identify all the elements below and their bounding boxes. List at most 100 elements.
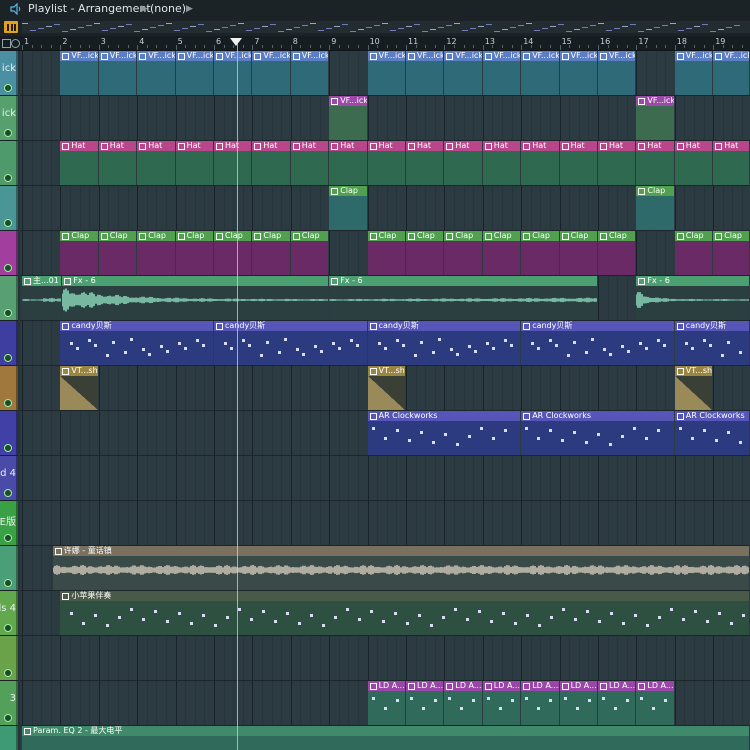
clip-menu-icon[interactable] bbox=[638, 278, 646, 285]
clip-menu-icon[interactable] bbox=[369, 143, 377, 150]
clip[interactable]: Hat bbox=[137, 141, 175, 185]
clip-header[interactable]: VF...ick bbox=[137, 51, 175, 61]
clip-header[interactable]: Hat bbox=[60, 141, 98, 151]
clip[interactable]: Clap bbox=[252, 231, 290, 275]
clip[interactable]: candy贝斯 bbox=[367, 321, 521, 365]
clip-header[interactable]: Hat bbox=[98, 141, 137, 151]
clip-menu-icon[interactable] bbox=[254, 143, 262, 150]
clip-header[interactable]: VF...ick bbox=[98, 51, 137, 61]
clip-menu-icon[interactable] bbox=[484, 683, 492, 690]
clip-header[interactable]: VF...ick bbox=[367, 51, 405, 61]
clip[interactable]: LD A...3 bbox=[559, 681, 597, 725]
track-mute-icon[interactable] bbox=[4, 264, 12, 272]
clip-header[interactable]: VT...sh bbox=[674, 366, 713, 376]
clip-menu-icon[interactable] bbox=[100, 53, 108, 60]
clip[interactable]: VF...ick bbox=[60, 51, 98, 95]
clip-menu-icon[interactable] bbox=[446, 233, 454, 240]
clip-header[interactable]: LD A...3 bbox=[598, 681, 636, 691]
clip[interactable]: Clap bbox=[60, 231, 98, 275]
clip-menu-icon[interactable] bbox=[600, 53, 607, 60]
clip[interactable]: Hat bbox=[329, 141, 367, 185]
clip-header[interactable]: LD A...3 bbox=[636, 681, 674, 691]
clip-menu-icon[interactable] bbox=[446, 683, 454, 690]
clip-header[interactable]: VF...ick bbox=[598, 51, 636, 61]
clip-header[interactable]: VF...ick bbox=[60, 51, 98, 61]
clip-menu-icon[interactable] bbox=[292, 53, 300, 60]
clip-header[interactable]: VF...ick bbox=[214, 51, 252, 61]
clip-menu-icon[interactable] bbox=[600, 233, 607, 240]
clip-menu-icon[interactable] bbox=[216, 323, 223, 330]
clip[interactable]: VF...ick bbox=[214, 51, 252, 95]
clip-header[interactable]: AR Clockworks bbox=[674, 411, 749, 421]
track-mute-icon[interactable] bbox=[4, 534, 12, 542]
clip[interactable]: Hat bbox=[214, 141, 252, 185]
time-ruler[interactable]: 1 2 3 4 5 6 7 8 9 10 11 12 13 14 15 16 17 18 19 bbox=[0, 36, 750, 51]
clip[interactable]: VF...ick bbox=[598, 51, 636, 95]
clip-menu-icon[interactable] bbox=[676, 368, 684, 375]
clip-menu-icon[interactable] bbox=[676, 233, 684, 240]
track-mute-icon[interactable] bbox=[4, 669, 12, 677]
clip-header[interactable]: Hat bbox=[175, 141, 213, 151]
clip-menu-icon[interactable] bbox=[600, 683, 607, 690]
arrow-right-icon[interactable]: ▶ bbox=[186, 0, 193, 18]
clip-menu-icon[interactable] bbox=[369, 53, 377, 60]
clip-menu-icon[interactable] bbox=[62, 323, 70, 330]
clip-menu-icon[interactable] bbox=[408, 233, 415, 240]
track-header[interactable]: E版 bbox=[0, 501, 18, 546]
clip-menu-icon[interactable] bbox=[676, 413, 684, 420]
clip-menu-icon[interactable] bbox=[177, 233, 185, 240]
track-header[interactable] bbox=[0, 636, 18, 681]
clip[interactable]: Hat bbox=[290, 141, 329, 185]
clip-header[interactable]: VF...ick bbox=[175, 51, 213, 61]
clip-header[interactable]: VF...ick bbox=[636, 96, 674, 106]
clip[interactable]: LD A...3 bbox=[406, 681, 444, 725]
clip-menu-icon[interactable] bbox=[64, 278, 72, 285]
clip-header[interactable]: Fx - 6 bbox=[636, 276, 749, 286]
track-header[interactable]: ad 4 bbox=[0, 456, 18, 501]
clip-header[interactable]: Hat bbox=[444, 141, 482, 151]
clip-header[interactable]: 许娜 - 童话镇 bbox=[52, 546, 749, 556]
clip-header[interactable]: Hat bbox=[406, 141, 444, 151]
clip-menu-icon[interactable] bbox=[216, 233, 223, 240]
clip-menu-icon[interactable] bbox=[523, 233, 531, 240]
clip[interactable]: Clap bbox=[406, 231, 444, 275]
track-mute-icon[interactable] bbox=[4, 354, 12, 362]
clip[interactable]: AR Clockworks bbox=[367, 411, 521, 455]
clip[interactable]: AR Clockworks bbox=[674, 411, 749, 455]
track-mute-icon[interactable] bbox=[4, 84, 12, 92]
clip[interactable]: Clap bbox=[137, 231, 175, 275]
pattern-selector[interactable]: (none) bbox=[150, 0, 186, 18]
clip-menu-icon[interactable] bbox=[254, 53, 262, 60]
clip[interactable]: Hat bbox=[367, 141, 405, 185]
clip[interactable]: Hat bbox=[674, 141, 713, 185]
clip-menu-icon[interactable] bbox=[484, 53, 492, 60]
clip[interactable]: Clap bbox=[290, 231, 329, 275]
clip-header[interactable]: Hat bbox=[598, 141, 636, 151]
clip[interactable]: 许娜 - 童话镇 bbox=[52, 546, 749, 590]
clip-header[interactable]: LD A...3 bbox=[521, 681, 559, 691]
clip-menu-icon[interactable] bbox=[139, 53, 147, 60]
clip[interactable]: Hat bbox=[406, 141, 444, 185]
clip[interactable]: Clap bbox=[175, 231, 213, 275]
clip-menu-icon[interactable] bbox=[446, 53, 454, 60]
clip-menu-icon[interactable] bbox=[484, 233, 492, 240]
clip-header[interactable]: Clap bbox=[559, 231, 597, 241]
clip-header[interactable]: LD A...3 bbox=[406, 681, 444, 691]
clip[interactable]: Clap bbox=[482, 231, 521, 275]
clip[interactable]: Hat bbox=[521, 141, 559, 185]
clip-header[interactable]: VT...sh bbox=[60, 366, 98, 376]
clip[interactable]: Hat bbox=[444, 141, 482, 185]
clip[interactable]: VT...sh bbox=[674, 366, 713, 410]
clip-header[interactable]: Hat bbox=[674, 141, 713, 151]
clip-menu-icon[interactable] bbox=[523, 143, 531, 150]
track-mute-icon[interactable] bbox=[4, 579, 12, 587]
clip-header[interactable]: 主...01 bbox=[22, 276, 62, 286]
clip[interactable]: LD A...3 bbox=[598, 681, 636, 725]
clip-menu-icon[interactable] bbox=[715, 53, 723, 60]
clip[interactable]: Hat bbox=[559, 141, 597, 185]
clip-menu-icon[interactable] bbox=[369, 413, 377, 420]
clip-menu-icon[interactable] bbox=[676, 323, 684, 330]
clip-header[interactable]: VF...ick bbox=[329, 96, 367, 106]
track-mute-icon[interactable] bbox=[4, 489, 12, 497]
track-mute-icon[interactable] bbox=[4, 624, 12, 632]
